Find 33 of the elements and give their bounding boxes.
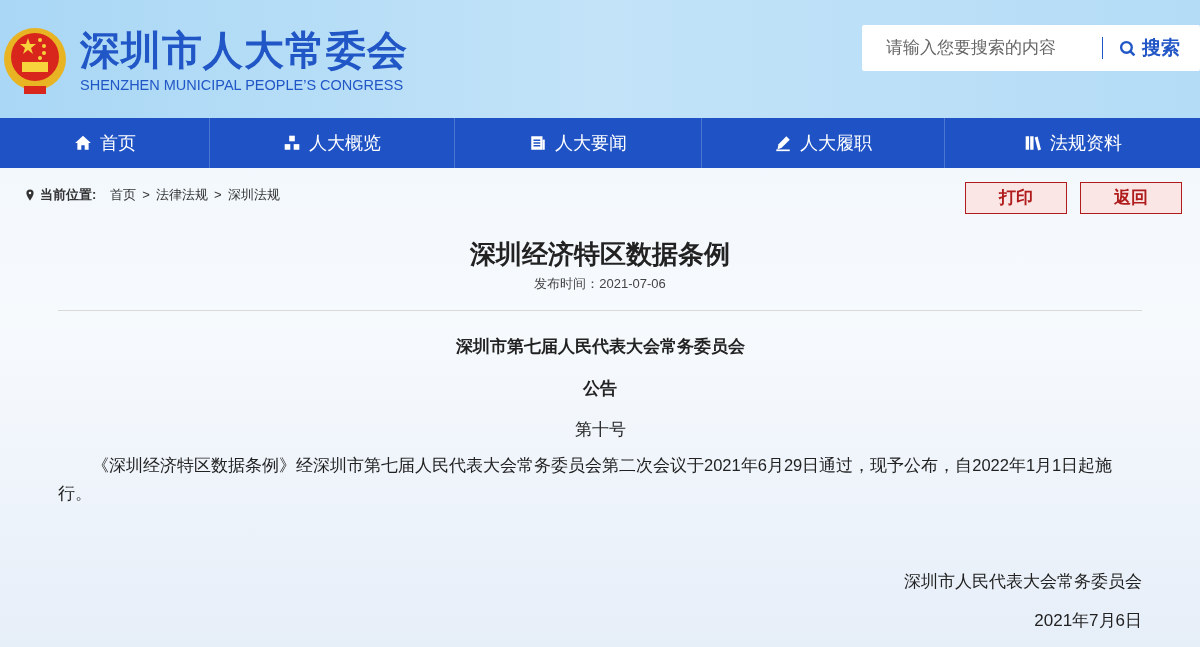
breadcrumb-link[interactable]: 首页	[110, 185, 137, 205]
blocks-icon	[283, 134, 301, 152]
breadcrumb-separator: >	[142, 186, 150, 204]
signature: 深圳市人民代表大会常务委员会	[903, 571, 1142, 593]
books-icon	[1023, 134, 1042, 152]
breadcrumb-link[interactable]: 深圳法规	[227, 185, 280, 205]
body-paragraph: 《深圳经济特区数据条例》经深圳市第七届人民代表大会常务委员会第二次会议于2021年6月29日通过，现予公布，自2022年1月1日起施行。	[58, 455, 1114, 504]
nav-item[interactable]: 人大要闻	[454, 118, 701, 168]
doc-number: 第十号	[573, 418, 627, 441]
nav-item[interactable]: 首页	[0, 118, 209, 168]
nav-item[interactable]: 人大履职	[701, 118, 944, 168]
search-icon	[1119, 39, 1136, 57]
document-icon	[529, 134, 547, 152]
sign-date: 2021年7月6日	[1033, 609, 1142, 632]
breadcrumb-separator: >	[213, 186, 222, 204]
doc-type-heading: 公告	[582, 378, 618, 400]
location-pin-icon	[26, 188, 34, 201]
emblem-icon	[2, 26, 68, 96]
home-icon	[73, 134, 92, 152]
site-subtitle: SHENZHEN MUNICIPAL PEOPLE’S CONGRESS	[80, 76, 405, 95]
breadcrumb-label: 当前位置:	[40, 186, 97, 204]
action-button[interactable]: 返回	[1080, 182, 1182, 214]
issuer-heading: 深圳市第七届人民代表大会常务委员会	[454, 335, 746, 358]
site-title: 深圳市人大常委会	[80, 27, 408, 73]
nav-item[interactable]: 法规资料	[944, 118, 1200, 168]
search-button[interactable]: 搜索	[1103, 25, 1200, 71]
publish-date: 发布时间：2021-07-06	[533, 275, 667, 293]
pen-icon	[774, 134, 792, 152]
nav-item[interactable]: 人大概览	[209, 118, 454, 168]
action-button[interactable]: 打印	[965, 182, 1067, 214]
search-field[interactable]: 请输入您要搜索的内容	[862, 25, 1102, 71]
breadcrumb-link[interactable]: 法律法规	[155, 185, 208, 205]
article-title: 深圳经济特区数据条例	[469, 238, 731, 271]
